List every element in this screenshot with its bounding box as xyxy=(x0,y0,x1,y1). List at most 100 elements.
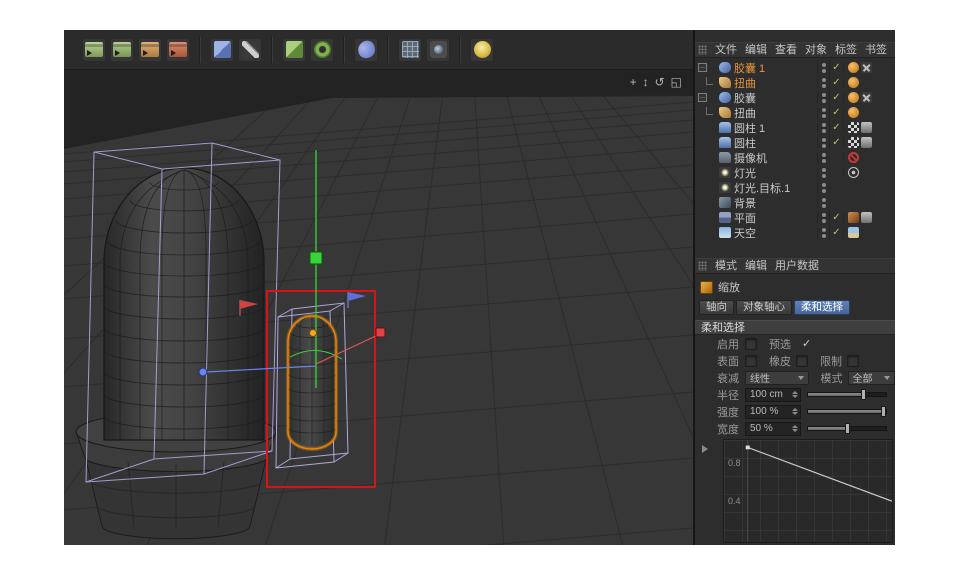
width-slider[interactable] xyxy=(807,426,887,431)
object-row-plane[interactable]: 平面 ✓ xyxy=(695,210,895,225)
tab-object-axis[interactable]: 对象轴心 xyxy=(736,300,792,315)
x-axis-handle[interactable] xyxy=(376,328,385,337)
object-label[interactable]: 灯光 xyxy=(734,165,817,181)
panel-grip-icon[interactable] xyxy=(698,261,707,271)
material-tag-icon[interactable] xyxy=(848,62,859,73)
expand-caret-icon[interactable] xyxy=(702,445,708,453)
visibility-toggles[interactable] xyxy=(817,108,829,118)
enable-check[interactable]: ✓ xyxy=(829,210,843,225)
object-row-cylinder1[interactable]: 圆柱 1 ✓ xyxy=(695,120,895,135)
timeline-green-2-icon[interactable] xyxy=(110,38,134,62)
visibility-toggles[interactable] xyxy=(817,123,829,133)
object-row-capsule[interactable]: 胶囊 ✓ xyxy=(695,90,895,105)
panel-grip-icon[interactable] xyxy=(698,45,707,55)
visibility-toggles[interactable] xyxy=(817,138,829,148)
modifier-wheel-icon[interactable] xyxy=(310,38,334,62)
floor-grid-icon[interactable] xyxy=(398,38,422,62)
collapse-icon[interactable] xyxy=(698,93,707,102)
phong-tag-icon[interactable] xyxy=(861,122,872,133)
pan-icon[interactable]: + xyxy=(630,75,637,89)
object-label[interactable]: 背景 xyxy=(734,195,817,211)
menu-file[interactable]: 文件 xyxy=(711,43,741,57)
enable-check[interactable]: ✓ xyxy=(829,120,843,135)
green-cube-icon[interactable] xyxy=(282,38,306,62)
cube-primitive-icon[interactable] xyxy=(210,38,234,62)
mode-select[interactable]: 全部 xyxy=(848,371,895,385)
object-row-camera[interactable]: 摄像机 xyxy=(695,150,895,165)
object-label[interactable]: 胶囊 1 xyxy=(734,60,817,76)
phong-tag-icon[interactable] xyxy=(861,137,872,148)
material-tag-icon[interactable] xyxy=(848,77,859,88)
menu-edit[interactable]: 编辑 xyxy=(741,259,771,273)
enable-check[interactable]: ✓ xyxy=(829,105,843,120)
spinner-icon[interactable] xyxy=(792,408,798,415)
surface-checkbox[interactable] xyxy=(745,355,757,367)
radius-slider[interactable] xyxy=(807,392,887,397)
menu-bookmarks[interactable]: 书签 xyxy=(861,43,891,57)
object-row-light[interactable]: 灯光 xyxy=(695,165,895,180)
texture-tag-icon[interactable] xyxy=(848,137,859,148)
visibility-toggles[interactable] xyxy=(817,63,829,73)
timeline-green-1-icon[interactable] xyxy=(82,38,106,62)
object-label[interactable]: 摄像机 xyxy=(734,150,817,166)
enable-check[interactable]: ✓ xyxy=(829,225,843,240)
spinner-icon[interactable] xyxy=(792,391,798,398)
viewport-canvas[interactable] xyxy=(64,70,693,545)
object-label[interactable]: 天空 xyxy=(734,225,817,241)
protection-tag-icon[interactable] xyxy=(848,152,859,163)
collapse-icon[interactable] xyxy=(698,63,707,72)
strength-slider[interactable] xyxy=(807,409,887,414)
pen-spline-icon[interactable] xyxy=(238,38,262,62)
object-label[interactable]: 圆柱 xyxy=(734,135,817,151)
limit-checkbox[interactable] xyxy=(847,355,859,367)
menu-edit[interactable]: 编辑 xyxy=(741,43,771,57)
enable-check[interactable]: ✓ xyxy=(829,60,843,75)
object-row-light-target[interactable]: 灯光.目标.1 xyxy=(695,180,895,195)
object-label[interactable]: 平面 xyxy=(734,210,817,226)
tab-soft-selection[interactable]: 柔和选择 xyxy=(794,300,850,315)
target-tag-icon[interactable] xyxy=(848,167,859,178)
visibility-toggles[interactable] xyxy=(817,153,829,163)
object-row-capsule1[interactable]: 胶囊 1 ✓ xyxy=(695,60,895,75)
visibility-toggles[interactable] xyxy=(817,168,829,178)
falloff-curve-line[interactable] xyxy=(748,447,892,501)
maximize-icon[interactable]: ◱ xyxy=(671,75,682,89)
enable-check[interactable]: ✓ xyxy=(829,75,843,90)
camera-icon[interactable] xyxy=(426,38,450,62)
radius-field[interactable]: 100 cm xyxy=(745,388,801,402)
menu-mode[interactable]: 模式 xyxy=(711,259,741,273)
enable-check[interactable]: ✓ xyxy=(829,90,843,105)
metaball-icon[interactable] xyxy=(354,38,378,62)
object-row-bend1[interactable]: 扭曲 ✓ xyxy=(695,75,895,90)
curve-point-handle[interactable] xyxy=(746,446,750,450)
texture-tag-icon[interactable] xyxy=(848,122,859,133)
spinner-icon[interactable] xyxy=(792,425,798,432)
object-label[interactable]: 扭曲 xyxy=(734,105,817,121)
eraser-checkbox[interactable] xyxy=(796,355,808,367)
visibility-toggles[interactable] xyxy=(817,78,829,88)
object-row-sky[interactable]: 天空 ✓ xyxy=(695,225,895,240)
falloff-curve-graph[interactable]: 0.8 0.4 xyxy=(723,439,893,543)
phong-tag-icon[interactable] xyxy=(861,212,872,223)
strength-field[interactable]: 100 % xyxy=(745,405,801,419)
object-row-background[interactable]: 背景 xyxy=(695,195,895,210)
menu-tags[interactable]: 标签 xyxy=(831,43,861,57)
texture-tag-icon[interactable] xyxy=(848,212,859,223)
viewport[interactable]: + ↕ ↺ ◱ xyxy=(64,70,693,545)
z-axis-handle[interactable] xyxy=(199,368,207,376)
visibility-toggles[interactable] xyxy=(817,183,829,193)
zoom-icon[interactable]: ↕ xyxy=(643,75,649,89)
visibility-toggles[interactable] xyxy=(817,213,829,223)
timeline-orange-icon[interactable] xyxy=(138,38,162,62)
menu-userdata[interactable]: 用户数据 xyxy=(771,259,823,273)
y-axis-handle[interactable] xyxy=(310,252,322,264)
menu-objects[interactable]: 对象 xyxy=(801,43,831,57)
enable-check[interactable]: ✓ xyxy=(829,135,843,150)
object-row-cylinder[interactable]: 圆柱 ✓ xyxy=(695,135,895,150)
object-label[interactable]: 扭曲 xyxy=(734,75,817,91)
tab-axis[interactable]: 轴向 xyxy=(699,300,734,315)
falloff-select[interactable]: 线性 xyxy=(745,371,809,385)
menu-view[interactable]: 查看 xyxy=(771,43,801,57)
section-header[interactable]: 柔和选择 xyxy=(695,320,895,335)
object-row-bend2[interactable]: 扭曲 ✓ xyxy=(695,105,895,120)
